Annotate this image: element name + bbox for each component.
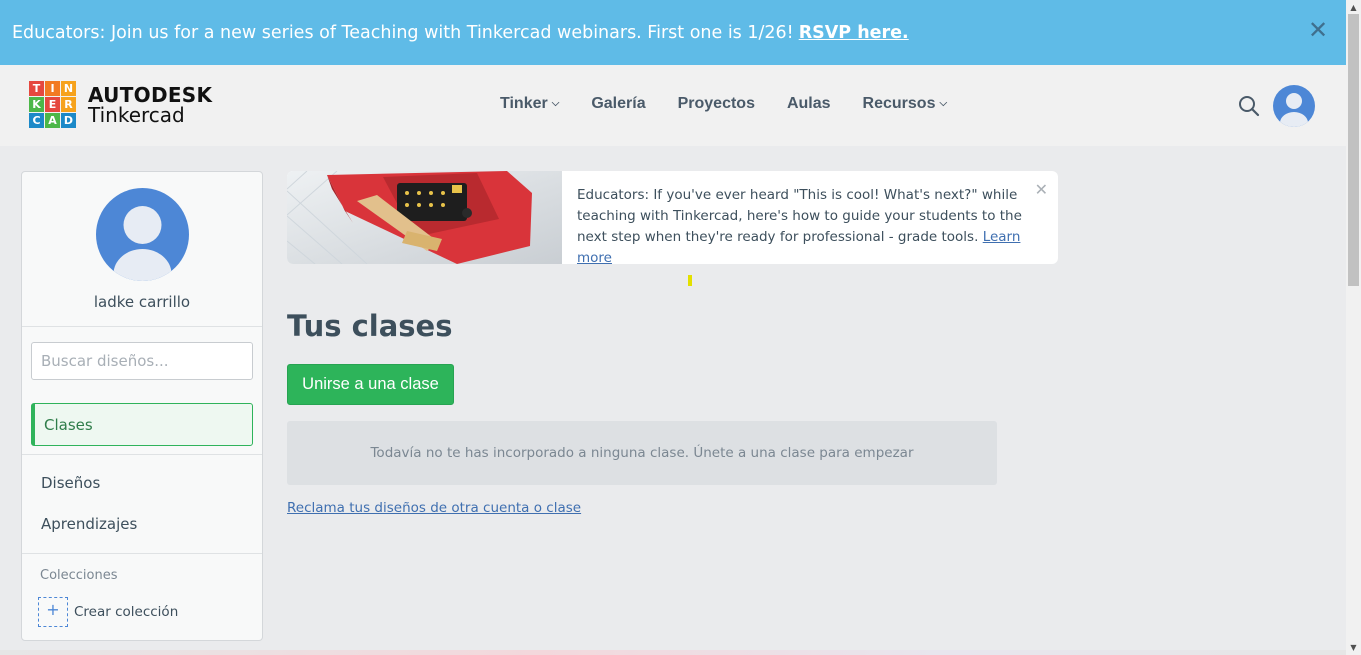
sidebar: ladke carrillo Clases Diseños Aprendizaj… (21, 171, 263, 641)
promo-image (287, 171, 562, 264)
scroll-thumb[interactable] (1348, 14, 1359, 286)
logo-letter: N (61, 81, 76, 96)
logo-wordmark: AUTODESK Tinkercad (88, 85, 212, 125)
nav-aulas-label: Aulas (786, 95, 831, 112)
divider (22, 553, 262, 554)
logo-letter: E (45, 97, 60, 112)
logo-letter: D (61, 113, 76, 128)
collections-heading: Colecciones (40, 568, 118, 583)
nav-proyectos[interactable]: Proyectos (678, 95, 755, 113)
nav-tinker-label: Tinker (500, 95, 548, 112)
logo-letter: R (61, 97, 76, 112)
empty-message-text: Todavía no te has incorporado a ninguna … (370, 445, 914, 461)
search-designs-input[interactable] (31, 342, 253, 380)
claim-designs-link[interactable]: Reclama tus diseños de otra cuenta o cla… (287, 500, 581, 516)
tinkercad-logo[interactable]: TIN KER CAD AUTODESK Tinkercad (29, 81, 212, 128)
nav-tinker[interactable]: Tinker ⌵ (500, 95, 559, 113)
user-avatar-icon[interactable] (1273, 85, 1315, 127)
nav-galeria-label: Galería (591, 95, 646, 112)
nav-recursos[interactable]: Recursos ⌵ (863, 95, 948, 113)
close-icon[interactable]: ✕ (1308, 18, 1328, 42)
nav-aulas[interactable]: Aulas (787, 95, 831, 113)
rsvp-link[interactable]: RSVP here. (799, 23, 909, 43)
bottom-edge (0, 650, 1346, 655)
logo-grid: TIN KER CAD (29, 81, 76, 128)
logo-letter: I (45, 81, 60, 96)
chevron-down-icon: ⌵ (939, 97, 948, 109)
logo-letter: C (29, 113, 44, 128)
page-scrollbar[interactable]: ▲ ▼ (1346, 0, 1361, 655)
nav-recursos-label: Recursos (862, 95, 936, 112)
sidebar-item-clases[interactable]: Clases (31, 403, 253, 446)
create-collection-button[interactable]: + Crear colección (38, 597, 178, 627)
sidebar-item-aprendizajes[interactable]: Aprendizajes (41, 515, 137, 533)
logo-letter: K (29, 97, 44, 112)
logo-letter: A (45, 113, 60, 128)
loading-indicator (688, 275, 692, 286)
logo-brand: AUTODESK (88, 82, 213, 107)
page-title: Tus clases (287, 309, 453, 343)
promo-message: Educators: If you've ever heard "This is… (577, 187, 1022, 245)
promo-card: Educators: If you've ever heard "This is… (287, 171, 1058, 264)
nav-proyectos-label: Proyectos (677, 95, 755, 112)
main-nav: Tinker ⌵ Galería Proyectos Aulas Recurso… (500, 95, 979, 113)
announcement-text: Educators: Join us for a new series of T… (12, 22, 794, 43)
logo-product: Tinkercad (88, 102, 185, 127)
chevron-down-icon: ⌵ (551, 97, 560, 109)
empty-classes-message: Todavía no te has incorporado a ninguna … (287, 421, 997, 485)
close-icon[interactable]: ✕ (1035, 180, 1048, 199)
create-collection-label: Crear colección (74, 604, 179, 620)
nav-galeria[interactable]: Galería (591, 95, 645, 113)
username: ladke carrillo (93, 293, 191, 311)
logo-letter: T (29, 81, 44, 96)
sidebar-item-disenos[interactable]: Diseños (41, 474, 100, 492)
divider (22, 454, 262, 455)
scroll-up-icon[interactable]: ▲ (1349, 3, 1358, 12)
sidebar-item-label: Clases (44, 415, 93, 434)
promo-text: Educators: If you've ever heard "This is… (577, 185, 1047, 264)
announcement-banner: Educators: Join us for a new series of T… (0, 0, 1346, 65)
scroll-down-icon[interactable]: ▼ (1349, 643, 1358, 652)
search-icon[interactable] (1238, 95, 1260, 117)
plus-icon: + (38, 597, 68, 627)
profile-avatar-icon (96, 188, 189, 281)
site-header: TIN KER CAD AUTODESK Tinkercad Tinker ⌵ Ga… (0, 65, 1346, 146)
join-class-button[interactable]: Unirse a una clase (287, 364, 454, 405)
divider (22, 326, 262, 327)
